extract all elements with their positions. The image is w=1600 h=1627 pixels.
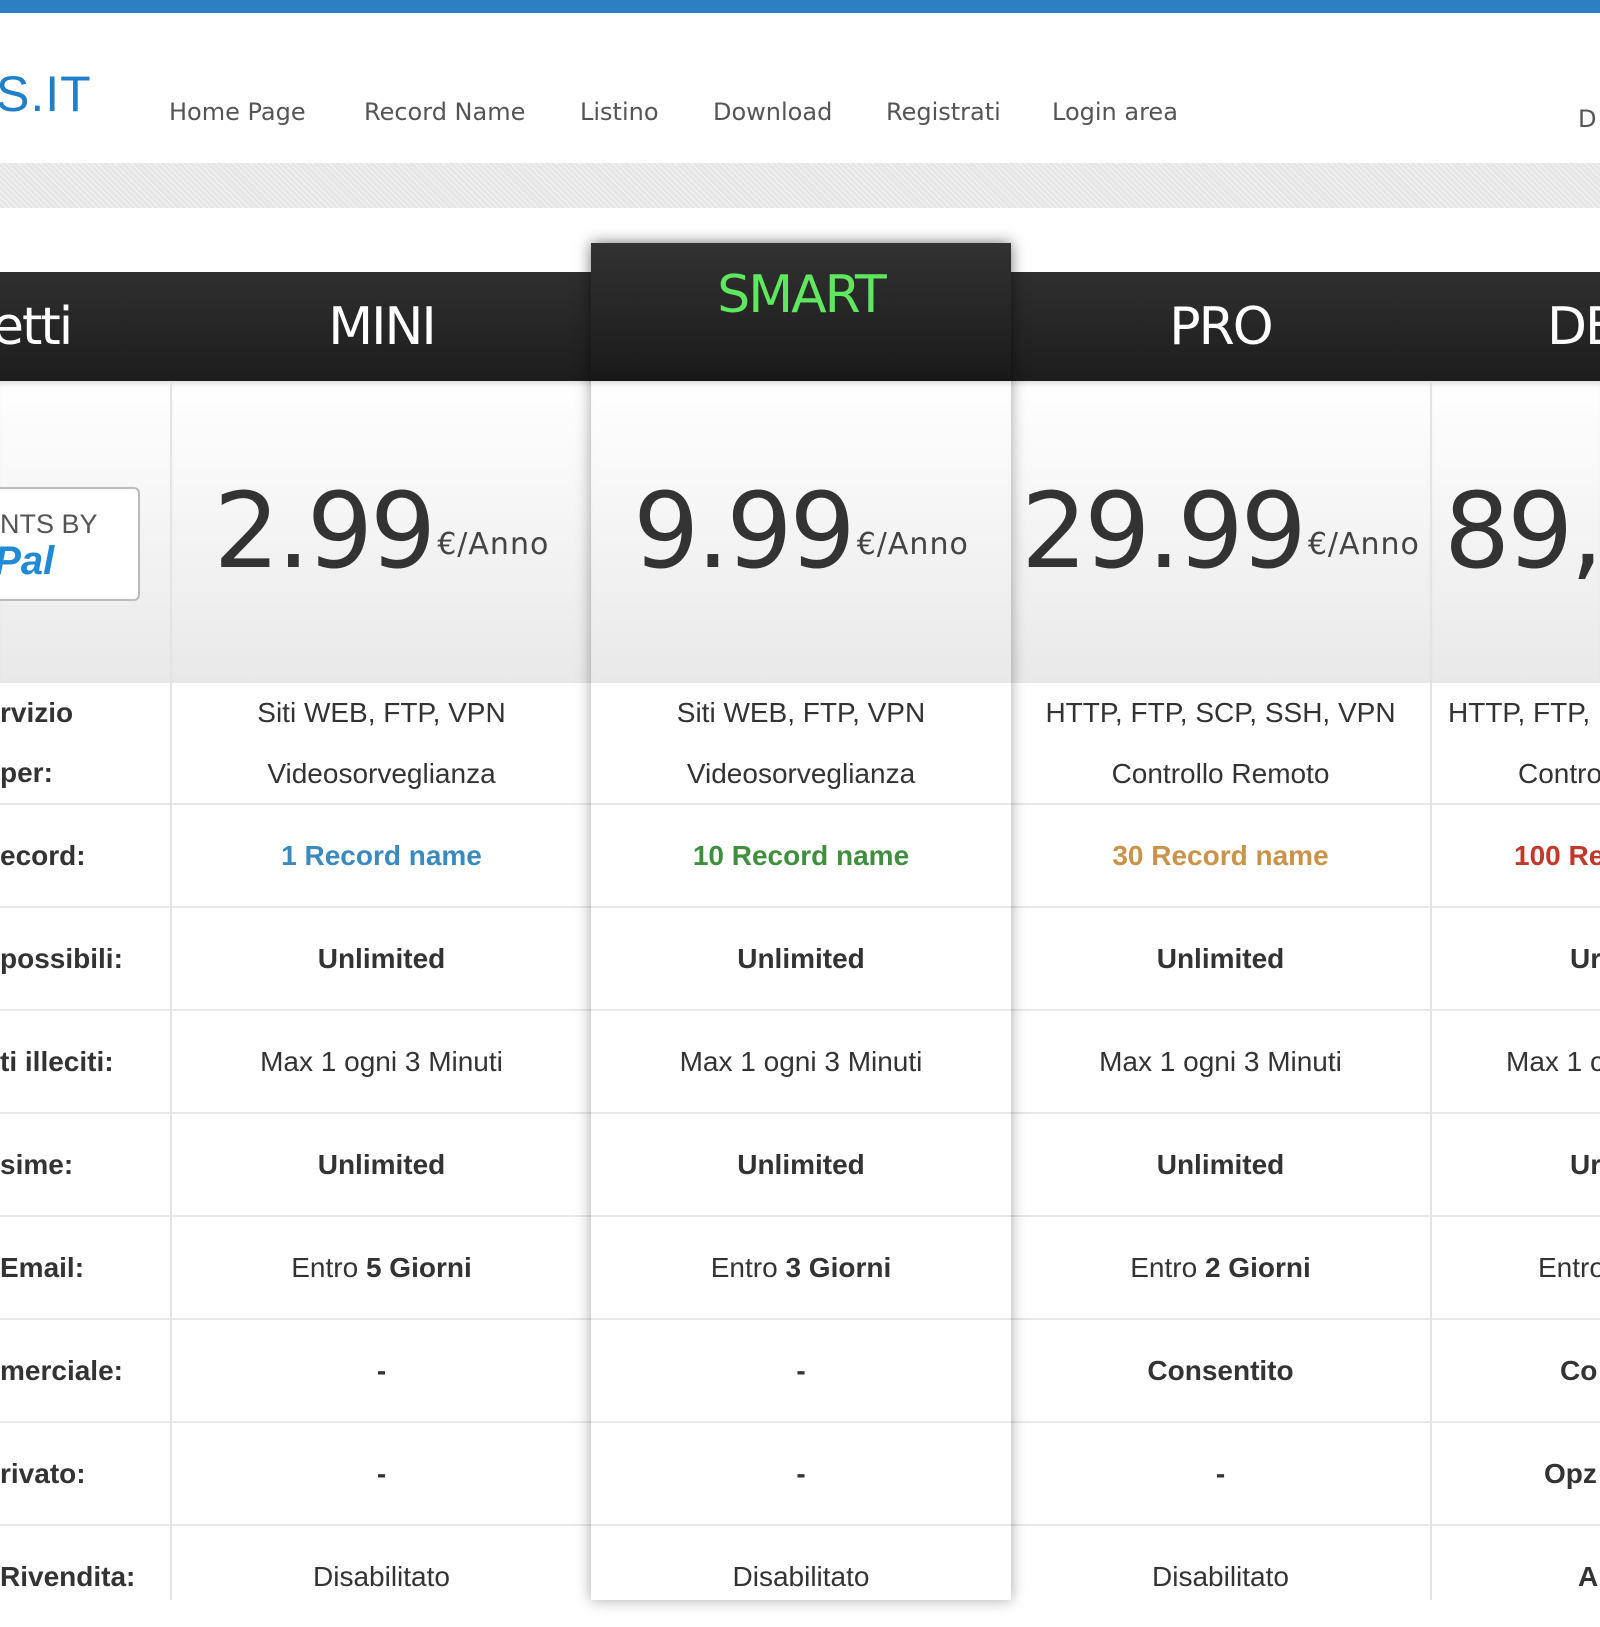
- column-divider: [1430, 381, 1432, 1600]
- plan-name: SMART: [591, 243, 1011, 381]
- paypal-badge[interactable]: ENTS BY yPal: [0, 487, 140, 601]
- records-text: 30 Record name: [1112, 839, 1329, 871]
- plan-price: 9.99: [633, 470, 856, 592]
- plan-price-unit: €/Anno: [437, 526, 550, 562]
- plan-service: HTTP, FTP, Contro: [1432, 681, 1600, 803]
- plan-records: 30 Record name: [1011, 803, 1430, 906]
- plan-updates: Unlimited: [172, 906, 591, 1009]
- plan-price-unit: €/Anno: [1307, 526, 1420, 562]
- plan-name: DE: [1547, 296, 1600, 357]
- label-column-header: etti: [0, 272, 171, 381]
- pricing-label-column: etti ENTS BY yPal rvizio per: ecord: pos…: [0, 0, 171, 1600]
- plan-column-de: DE 89, HTTP, FTP,Contro 100 Re Ur Max 1 …: [1432, 0, 1600, 1600]
- plan-support: Entro 5 Giorni: [172, 1215, 591, 1318]
- plan-price-unit: €/Anno: [856, 526, 969, 562]
- plan-price: 2.99: [213, 470, 437, 592]
- records-text: 100 Re: [1514, 839, 1600, 871]
- plan-commercial: -: [591, 1318, 1011, 1421]
- plan-commercial: -: [172, 1318, 591, 1421]
- plan-illicit: Max 1 ogni 3 Minuti: [1011, 1009, 1430, 1112]
- plan-name: PRO: [1169, 296, 1273, 357]
- plan-price-cell: 2.99 €/Anno: [172, 381, 591, 681]
- plan-commercial: Co: [1432, 1318, 1600, 1421]
- plan-service: HTTP, FTP, SCP, SSH, VPN Controllo Remoto: [1011, 681, 1430, 803]
- plan-support: Entro: [1432, 1215, 1600, 1318]
- label-for: per:: [0, 756, 53, 788]
- plan-illicit: Max 1 ogni 3 Minuti: [591, 1009, 1011, 1112]
- plan-name: MINI: [328, 296, 436, 357]
- label-email: Email:: [0, 1215, 171, 1318]
- paypal-badge-text: ENTS BY: [0, 509, 98, 539]
- plan-resale: Disabilitato: [172, 1524, 591, 1627]
- label-illicit: ti illeciti:: [0, 1009, 171, 1112]
- plan-price-cell: 29.99 €/Anno: [1011, 381, 1430, 681]
- paypal-logo-text: yPal: [0, 539, 55, 583]
- plan-column-pro: PRO 29.99 €/Anno HTTP, FTP, SCP, SSH, VP…: [1011, 0, 1430, 1600]
- plan-illicit: Max 1 ogni 3 Minuti: [172, 1009, 591, 1112]
- plan-records: 1 Record name: [172, 803, 591, 906]
- plan-records: 10 Record name: [591, 803, 1011, 906]
- records-text: 10 Record name: [692, 839, 910, 871]
- plan-updates: Unlimited: [1011, 906, 1430, 1009]
- plan-resale: A: [1432, 1524, 1600, 1600]
- plan-private: -: [1011, 1421, 1430, 1524]
- plan-illicit: Max 1 c: [1432, 1009, 1600, 1112]
- plan-resale: Disabilitato: [591, 1524, 1011, 1627]
- plan-max: Ur: [1432, 1112, 1600, 1215]
- plan-price-cell: 89,: [1432, 381, 1600, 681]
- plan-max: Unlimited: [591, 1112, 1011, 1215]
- plan-max: Unlimited: [1011, 1112, 1430, 1215]
- plan-private: Opz: [1432, 1421, 1600, 1524]
- plan-commercial: Consentito: [1011, 1318, 1430, 1421]
- plan-support: Entro 2 Giorni: [1011, 1215, 1430, 1318]
- plan-support: Entro 3 Giorni: [591, 1215, 1011, 1318]
- plan-column-smart: SMART 9.99 €/Anno Siti WEB, FTP, VPN Vide…: [591, 0, 1011, 1600]
- plan-service: Siti WEB, FTP, VPN Videosorveglianza: [172, 681, 591, 803]
- label-possible: possibili:: [0, 906, 171, 1009]
- column-divider: [170, 381, 172, 1600]
- plan-price: 29.99: [1021, 470, 1307, 592]
- plan-price: 89,: [1444, 470, 1600, 592]
- label-max: sime:: [0, 1112, 171, 1215]
- plan-private: -: [591, 1421, 1011, 1524]
- plan-updates: Unlimited: [591, 906, 1011, 1009]
- plan-column-mini: MINI 2.99 €/Anno Siti WEB, FTP, VPN Video…: [172, 0, 591, 1600]
- label-resale: Rivendita:: [0, 1524, 171, 1627]
- plan-records: 100 Re: [1432, 803, 1600, 906]
- label-commercial: merciale:: [0, 1318, 171, 1421]
- plan-max: Unlimited: [172, 1112, 591, 1215]
- plan-private: -: [172, 1421, 591, 1524]
- records-text: 1 Record name: [281, 839, 482, 871]
- plan-updates: Ur: [1432, 906, 1600, 1009]
- plan-service: Siti WEB, FTP, VPN Videosorveglianza: [591, 681, 1011, 803]
- label-record: ecord:: [0, 803, 171, 906]
- label-service: rvizio: [0, 681, 171, 742]
- label-private: rivato:: [0, 1421, 171, 1524]
- paypal-cell: ENTS BY yPal: [0, 381, 171, 681]
- label-column-title: etti: [0, 296, 73, 357]
- plan-price-cell: 9.99 €/Anno: [591, 381, 1011, 681]
- plan-resale: Disabilitato: [1011, 1524, 1430, 1627]
